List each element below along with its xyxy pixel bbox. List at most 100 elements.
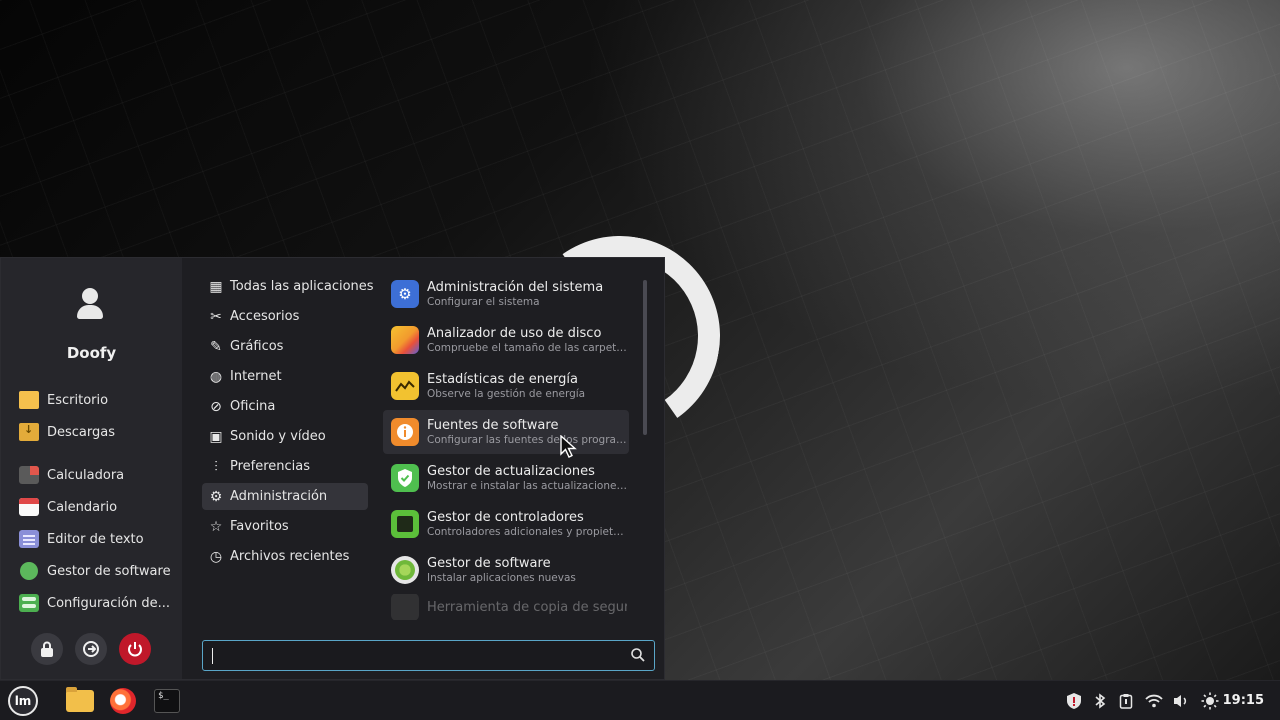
tray-network[interactable] bbox=[1143, 681, 1165, 720]
lock-icon bbox=[41, 641, 53, 657]
tray-bluetooth[interactable] bbox=[1089, 681, 1111, 720]
app-system-administration[interactable]: ⚙ Administración del sistema Configurar … bbox=[383, 272, 629, 316]
app-name: Analizador de uso de disco bbox=[427, 326, 602, 341]
gear-icon: ⚙ bbox=[209, 488, 223, 505]
app-name: Estadísticas de energía bbox=[427, 372, 578, 387]
category-office[interactable]: ⊘ Oficina bbox=[202, 393, 368, 420]
favorite-calendar[interactable]: Calendario bbox=[11, 493, 175, 521]
app-software-manager[interactable]: Gestor de software Instalar aplicaciones… bbox=[383, 548, 629, 592]
app-description: Configurar las fuentes de los programas … bbox=[427, 434, 627, 446]
category-label: Archivos recientes bbox=[230, 549, 350, 564]
app-description: Controladores adicionales y propietarios bbox=[427, 526, 627, 538]
category-label: Oficina bbox=[230, 399, 276, 414]
app-name: Gestor de actualizaciones bbox=[427, 464, 595, 479]
folder-icon bbox=[66, 687, 94, 712]
category-sound-video[interactable]: ▣ Sonido y vídeo bbox=[202, 423, 368, 450]
favorite-label: Gestor de software bbox=[47, 563, 171, 579]
app-update-manager[interactable]: Gestor de actualizaciones Mostrar e inst… bbox=[383, 456, 629, 500]
app-disk-usage-analyzer[interactable]: Analizador de uso de disco Compruebe el … bbox=[383, 318, 629, 362]
wifi-icon bbox=[1145, 694, 1163, 708]
taskbar-terminal[interactable]: $_ bbox=[151, 685, 183, 717]
logout-button[interactable] bbox=[75, 633, 107, 665]
menu-button[interactable]: lm bbox=[7, 685, 39, 717]
app-name: Gestor de software bbox=[427, 556, 551, 571]
update-shield-icon bbox=[1067, 693, 1081, 709]
app-description: Instalar aplicaciones nuevas bbox=[427, 572, 576, 584]
app-list-scrollbar[interactable] bbox=[643, 280, 647, 435]
sliders-icon: ⫶ bbox=[214, 458, 218, 475]
bluetooth-icon bbox=[1095, 693, 1106, 709]
app-name: Fuentes de software bbox=[427, 418, 559, 433]
app-description: Configurar el sistema bbox=[427, 296, 540, 308]
taskbar-file-manager[interactable] bbox=[64, 685, 96, 717]
tray-volume[interactable] bbox=[1170, 681, 1192, 720]
text-caret bbox=[212, 648, 213, 664]
app-driver-manager[interactable]: Gestor de controladores Controladores ad… bbox=[383, 502, 629, 546]
category-internet[interactable]: ◍ Internet bbox=[202, 363, 368, 390]
category-label: Favoritos bbox=[230, 519, 289, 534]
favorite-software-manager[interactable]: Gestor de software bbox=[11, 557, 175, 585]
category-label: Administración bbox=[230, 489, 328, 504]
lock-button[interactable] bbox=[31, 633, 63, 665]
app-software-sources[interactable]: Fuentes de software Configurar las fuent… bbox=[383, 410, 629, 454]
favorite-downloads[interactable]: Descargas bbox=[11, 418, 175, 446]
category-preferences[interactable]: ⫶ Preferencias bbox=[202, 453, 368, 480]
app-backup-tool[interactable]: Herramienta de copia de seguridad bbox=[383, 594, 629, 620]
user-avatar-icon[interactable] bbox=[71, 284, 111, 324]
taskbar: lm $_ 19:15 bbox=[0, 680, 1280, 720]
category-label: Sonido y vídeo bbox=[230, 429, 326, 444]
app-power-statistics[interactable]: Estadísticas de energía Observe la gesti… bbox=[383, 364, 629, 408]
brightness-icon bbox=[1201, 692, 1219, 710]
favorite-label: Editor de texto bbox=[47, 531, 144, 547]
driver-chip-icon bbox=[391, 510, 419, 538]
volume-icon bbox=[1174, 695, 1187, 707]
category-graphics[interactable]: ✎ Gráficos bbox=[202, 333, 368, 360]
category-label: Todas las aplicaciones bbox=[230, 279, 374, 294]
star-icon: ☆ bbox=[209, 518, 223, 535]
taskbar-firefox[interactable] bbox=[107, 685, 139, 717]
power-button[interactable] bbox=[119, 633, 151, 665]
favorite-text-editor[interactable]: Editor de texto bbox=[11, 525, 175, 553]
search-field[interactable] bbox=[202, 640, 655, 671]
tray-clipboard[interactable] bbox=[1115, 681, 1137, 720]
search-input[interactable] bbox=[211, 646, 611, 666]
category-all[interactable]: ▦ Todas las aplicaciones bbox=[202, 273, 373, 300]
terminal-icon: $_ bbox=[154, 689, 180, 713]
folder-downloads-icon bbox=[19, 423, 39, 441]
search-icon[interactable] bbox=[630, 647, 646, 663]
software-manager-icon bbox=[20, 562, 38, 580]
disk-usage-icon bbox=[391, 326, 419, 354]
power-statistics-icon bbox=[391, 372, 419, 400]
app-description: Compruebe el tamaño de las carpetas y el… bbox=[427, 342, 627, 354]
favorite-desktop[interactable]: Escritorio bbox=[11, 386, 175, 414]
clock[interactable]: 19:15 bbox=[1223, 693, 1264, 708]
tray-brightness[interactable] bbox=[1199, 681, 1221, 720]
menu-sidebar: Doofy Escritorio Descargas Calculadora C… bbox=[1, 258, 182, 679]
linux-mint-logo-icon: lm bbox=[8, 686, 38, 716]
favorite-settings[interactable]: Configuración de... bbox=[11, 589, 175, 617]
favorite-label: Calculadora bbox=[47, 467, 125, 483]
tray-update-shield[interactable] bbox=[1063, 681, 1085, 720]
grid-icon: ▦ bbox=[209, 278, 223, 295]
favorite-calculator[interactable]: Calculadora bbox=[11, 461, 175, 489]
update-shield-icon bbox=[391, 464, 419, 492]
app-description: Observe la gestión de energía bbox=[427, 388, 586, 400]
category-administration[interactable]: ⚙ Administración bbox=[202, 483, 368, 510]
calculator-icon bbox=[19, 466, 39, 484]
globe-icon: ◍ bbox=[209, 368, 223, 385]
history-icon: ◷ bbox=[209, 548, 223, 565]
category-label: Gráficos bbox=[230, 339, 284, 354]
category-recent-files[interactable]: ◷ Archivos recientes bbox=[202, 543, 368, 570]
clipboard-icon bbox=[1119, 694, 1133, 709]
logout-icon bbox=[83, 641, 99, 657]
category-favorites[interactable]: ☆ Favoritos bbox=[202, 513, 368, 540]
favorite-label: Calendario bbox=[47, 499, 118, 515]
category-label: Internet bbox=[230, 369, 282, 384]
tools-icon: ✂ bbox=[210, 308, 222, 325]
category-label: Accesorios bbox=[230, 309, 300, 324]
backup-icon bbox=[391, 594, 419, 620]
firefox-icon bbox=[110, 688, 136, 714]
category-accessories[interactable]: ✂ Accesorios bbox=[202, 303, 368, 330]
category-label: Preferencias bbox=[230, 459, 311, 474]
software-manager-icon bbox=[391, 556, 419, 584]
